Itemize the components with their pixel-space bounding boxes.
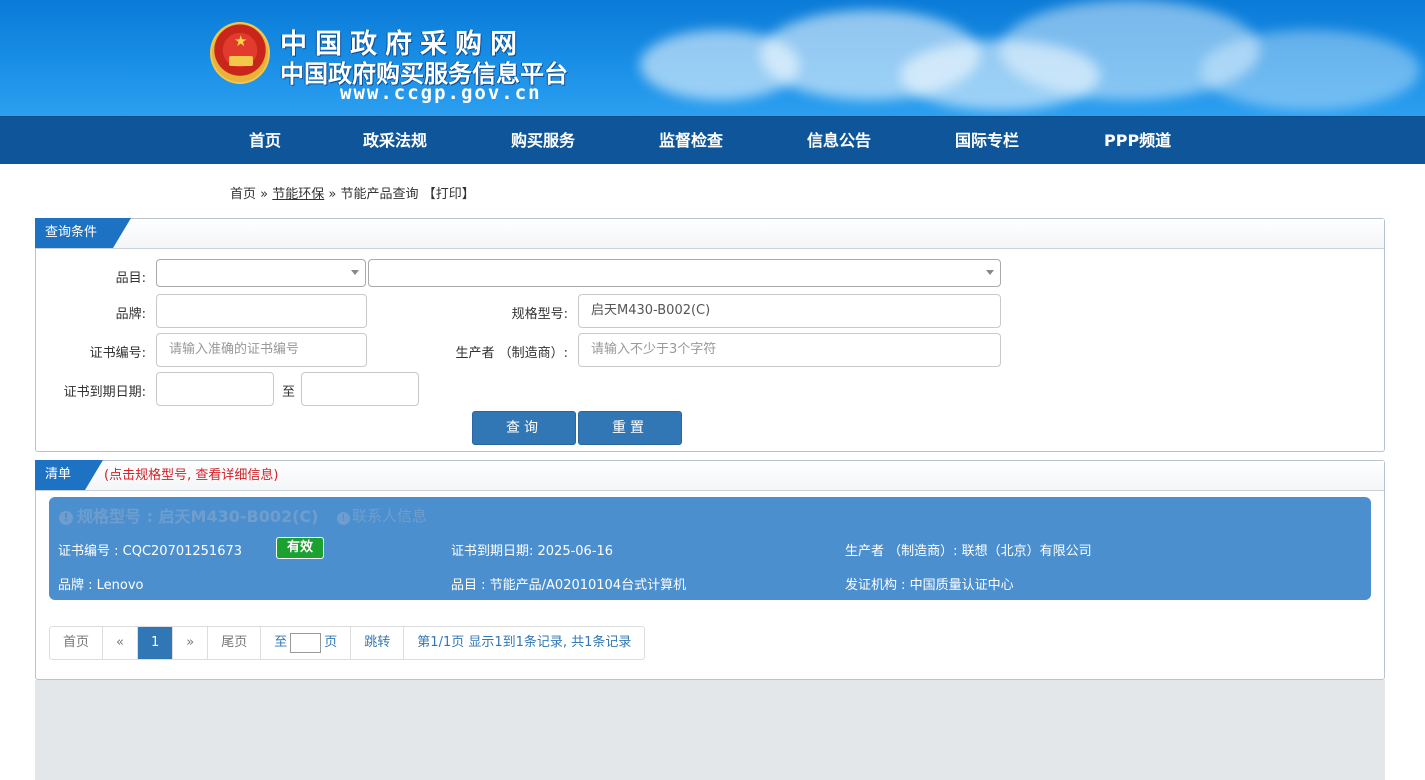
info-icon: ! xyxy=(337,512,350,525)
breadcrumb-separator: » xyxy=(260,187,269,202)
result-expiry-date: 证书到期日期: 2025-06-16 xyxy=(451,544,614,559)
brand-label: 品牌: xyxy=(115,307,146,322)
pager-next[interactable]: » xyxy=(173,627,209,659)
result-manufacturer: 生产者 （制造商）: 联想（北京）有限公司 xyxy=(845,544,1092,559)
breadcrumb-separator: » xyxy=(328,187,337,202)
page-footer-area xyxy=(35,680,1385,780)
pager-first[interactable]: 首页 xyxy=(50,627,104,659)
result-model-text: 规格型号 : 启天M430-B002(C) xyxy=(77,507,319,526)
manufacturer-input[interactable]: 请输入不少于3个字符 xyxy=(578,333,1001,367)
national-emblem-icon: ★ xyxy=(210,22,270,84)
results-panel-tab: 清单 xyxy=(35,460,103,490)
nav-item-home[interactable]: 首页 xyxy=(249,117,281,165)
print-link[interactable]: 【打印】 xyxy=(423,187,475,202)
pager-goto-input[interactable] xyxy=(290,632,322,653)
breadcrumb: 首页 » 节能环保 » 节能产品查询 【打印】 xyxy=(230,183,475,202)
site-url: www.ccgp.gov.cn xyxy=(340,82,542,104)
category-label: 品目: xyxy=(115,271,146,286)
pager-last[interactable]: 尾页 xyxy=(208,627,262,659)
chevron-down-icon xyxy=(986,270,994,275)
nav-item-announcements[interactable]: 信息公告 xyxy=(807,117,871,165)
breadcrumb-section[interactable]: 节能环保 xyxy=(272,187,324,202)
category-select-secondary[interactable] xyxy=(368,259,1001,287)
expiry-date-from-input[interactable] xyxy=(156,372,274,406)
model-label: 规格型号: xyxy=(511,307,568,322)
nav-item-regulations[interactable]: 政采法规 xyxy=(363,117,427,165)
result-issuer: 发证机构 : 中国质量认证中心 xyxy=(845,578,1014,593)
cloud-decoration xyxy=(1200,30,1420,110)
nav-item-supervision[interactable]: 监督检查 xyxy=(659,117,723,165)
brand-input[interactable] xyxy=(156,294,367,328)
breadcrumb-home[interactable]: 首页 xyxy=(230,187,256,202)
expiry-date-to-input[interactable] xyxy=(301,372,419,406)
cert-number-label: 证书编号: xyxy=(89,346,146,361)
query-panel-header: 查询条件 xyxy=(36,219,1384,249)
date-range-separator: 至 xyxy=(281,385,295,400)
result-card: ! 规格型号 : 启天M430-B002(C) ! 联系人信息 证书编号 : CQC… xyxy=(49,497,1371,600)
info-icon: ! xyxy=(59,511,73,525)
cert-number-input[interactable]: 请输入准确的证书编号 xyxy=(156,333,367,367)
search-button[interactable]: 查询 xyxy=(472,411,576,445)
result-category: 品目 : 节能产品/A02010104台式计算机 xyxy=(451,578,687,593)
result-model-link[interactable]: ! 规格型号 : 启天M430-B002(C) xyxy=(59,503,318,527)
result-cert-number: 证书编号 : CQC20701251673 xyxy=(58,544,243,559)
header-banner: ★ 中国政府采购网 中国政府购买服务信息平台 www.ccgp.gov.cn xyxy=(0,0,1425,116)
nav-item-ppp[interactable]: PPP频道 xyxy=(1104,117,1171,165)
star-icon: ★ xyxy=(234,32,248,50)
manufacturer-label: 生产者 （制造商）: xyxy=(455,346,568,361)
pager-goto-prefix: 至 xyxy=(274,635,288,650)
expiry-date-label: 证书到期日期: xyxy=(63,385,146,400)
pager-info: 第1/1页 显示1到1条记录, 共1条记录 xyxy=(417,635,632,650)
query-panel: 查询条件 品目: 品牌: 规格型号: 启天M430-B002(C) 证书编号: … xyxy=(35,218,1385,452)
model-input[interactable]: 启天M430-B002(C) xyxy=(578,294,1001,328)
chevron-down-icon xyxy=(351,270,359,275)
category-select-primary[interactable] xyxy=(156,259,366,287)
contact-info-link[interactable]: ! 联系人信息 xyxy=(337,505,427,526)
gate-icon xyxy=(229,56,253,66)
pager-prev[interactable]: « xyxy=(103,627,138,659)
results-panel-header: 清单 (点击规格型号, 查看详细信息) xyxy=(36,461,1384,491)
results-hint: (点击规格型号, 查看详细信息) xyxy=(104,468,279,483)
status-badge: 有效 xyxy=(276,537,325,559)
breadcrumb-current: 节能产品查询 xyxy=(340,187,419,202)
main-nav: 首页 政采法规 购买服务 监督检查 信息公告 国际专栏 PPP频道 xyxy=(0,116,1425,164)
reset-button[interactable]: 重置 xyxy=(578,411,682,445)
pager-goto-suffix: 页 xyxy=(324,635,338,650)
pager-page-1[interactable]: 1 xyxy=(137,627,174,659)
results-panel: 清单 (点击规格型号, 查看详细信息) ! 规格型号 : 启天M430-B002(… xyxy=(35,460,1385,680)
pager-jump-button[interactable]: 跳转 xyxy=(351,627,405,659)
result-brand: 品牌 : Lenovo xyxy=(58,578,144,593)
pagination: 首页 « 1 » 尾页 至页 跳转 第1/1页 显示1到1条记录, 共1条记录 xyxy=(49,626,646,660)
nav-item-international[interactable]: 国际专栏 xyxy=(955,117,1019,165)
contact-info-text: 联系人信息 xyxy=(352,507,428,525)
nav-item-purchase-services[interactable]: 购买服务 xyxy=(511,117,575,165)
pager-goto: 至页 xyxy=(261,627,352,659)
query-panel-tab: 查询条件 xyxy=(35,218,131,248)
